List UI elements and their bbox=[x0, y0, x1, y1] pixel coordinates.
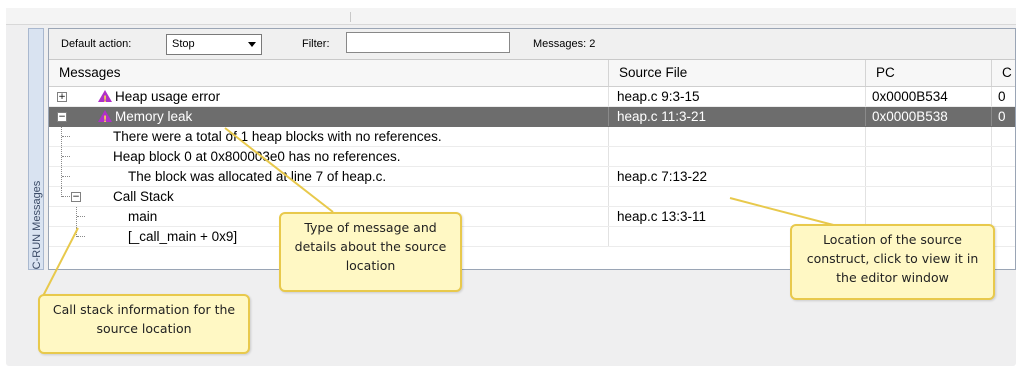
expand-icon[interactable]: + bbox=[57, 92, 67, 102]
grid-header: Messages Source File PC C bbox=[49, 60, 1015, 87]
pc-cell: 0x0000B534 bbox=[866, 87, 992, 106]
message-text: The block was allocated at line 7 of hea… bbox=[128, 169, 387, 184]
message-text: Heap block 0 at 0x800003e0 has no refere… bbox=[113, 149, 401, 164]
table-row[interactable]: The block was allocated at line 7 of hea… bbox=[49, 167, 1015, 187]
default-action-select[interactable]: Stop bbox=[166, 34, 262, 55]
side-tab-label: C-RUN Messages bbox=[31, 180, 43, 270]
callout-message-type: Type of message and details about the so… bbox=[279, 212, 462, 292]
table-row[interactable]: + Heap usage error heap.c 9:3-15 0x0000B… bbox=[49, 87, 1015, 107]
table-row-selected[interactable]: − Memory leak heap.c 11:3-21 0x0000B538 … bbox=[49, 107, 1015, 127]
pc-cell bbox=[866, 187, 992, 206]
column-header-c[interactable]: C bbox=[992, 60, 1015, 86]
message-text: main bbox=[128, 209, 158, 224]
default-action-label: Default action: bbox=[61, 38, 132, 50]
top-separator bbox=[350, 12, 351, 22]
c-cell bbox=[992, 127, 1015, 146]
message-text: Memory leak bbox=[115, 109, 193, 124]
source-file-cell[interactable]: heap.c 7:13-22 bbox=[609, 167, 866, 186]
source-file-cell[interactable] bbox=[609, 147, 866, 166]
pc-cell bbox=[866, 147, 992, 166]
source-file-cell[interactable]: heap.c 11:3-21 bbox=[609, 107, 866, 126]
pc-cell bbox=[866, 167, 992, 186]
source-file-cell[interactable]: heap.c 9:3-15 bbox=[609, 87, 866, 106]
c-cell bbox=[992, 227, 1015, 246]
message-text: Call Stack bbox=[113, 189, 174, 204]
table-row[interactable]: − Call Stack bbox=[49, 187, 1015, 207]
side-tab-crun-messages[interactable]: C-RUN Messages bbox=[28, 28, 44, 270]
source-file-cell[interactable] bbox=[609, 187, 866, 206]
toolbar: Default action: Stop Filter: Messages: 2 bbox=[49, 29, 1015, 60]
message-cell: − Call Stack bbox=[49, 187, 609, 206]
filter-label: Filter: bbox=[302, 38, 330, 50]
messages-grid: Messages Source File PC C + Heap usage e… bbox=[49, 60, 1015, 247]
column-header-source-file[interactable]: Source File bbox=[609, 60, 866, 86]
c-cell: 0 bbox=[998, 89, 1006, 104]
callout-call-stack: Call stack information for the source lo… bbox=[38, 294, 250, 354]
pc-cell: 0x0000B538 bbox=[866, 107, 992, 126]
message-cell: Heap block 0 at 0x800003e0 has no refere… bbox=[49, 147, 609, 166]
tree-branch bbox=[77, 216, 85, 217]
message-cell: There were a total of 1 heap blocks with… bbox=[49, 127, 609, 146]
tree-branch bbox=[62, 176, 70, 177]
c-cell bbox=[992, 167, 1015, 186]
column-header-messages[interactable]: Messages bbox=[49, 60, 609, 86]
warning-icon bbox=[98, 90, 112, 106]
collapse-icon[interactable]: − bbox=[71, 192, 81, 202]
messages-count: Messages: 2 bbox=[533, 38, 596, 50]
table-row[interactable]: There were a total of 1 heap blocks with… bbox=[49, 127, 1015, 147]
collapse-icon[interactable]: − bbox=[57, 112, 67, 122]
c-cell bbox=[992, 187, 1015, 206]
message-text: There were a total of 1 heap blocks with… bbox=[113, 129, 442, 144]
pc-cell bbox=[866, 127, 992, 146]
message-cell: + Heap usage error bbox=[49, 87, 609, 106]
tree-branch bbox=[62, 156, 70, 157]
top-strip bbox=[6, 8, 1016, 25]
c-cell bbox=[992, 207, 1015, 226]
default-action-value: Stop bbox=[172, 38, 195, 50]
message-text: [_call_main + 0x9] bbox=[128, 229, 238, 244]
c-cell bbox=[992, 147, 1015, 166]
table-row[interactable]: Heap block 0 at 0x800003e0 has no refere… bbox=[49, 147, 1015, 167]
chevron-down-icon bbox=[248, 42, 256, 47]
source-file-cell[interactable] bbox=[609, 127, 866, 146]
c-cell: 0 bbox=[998, 109, 1006, 124]
tree-branch bbox=[62, 136, 70, 137]
tree-branch bbox=[77, 236, 85, 237]
filter-input[interactable] bbox=[346, 32, 510, 53]
message-text: Heap usage error bbox=[115, 89, 221, 104]
column-header-pc[interactable]: PC bbox=[866, 60, 992, 86]
callout-source-location: Location of the source construct, click … bbox=[790, 224, 995, 300]
message-cell: The block was allocated at line 7 of hea… bbox=[49, 167, 609, 186]
message-cell: − Memory leak bbox=[49, 107, 609, 126]
tree-branch bbox=[62, 196, 70, 197]
warning-icon bbox=[98, 110, 112, 126]
